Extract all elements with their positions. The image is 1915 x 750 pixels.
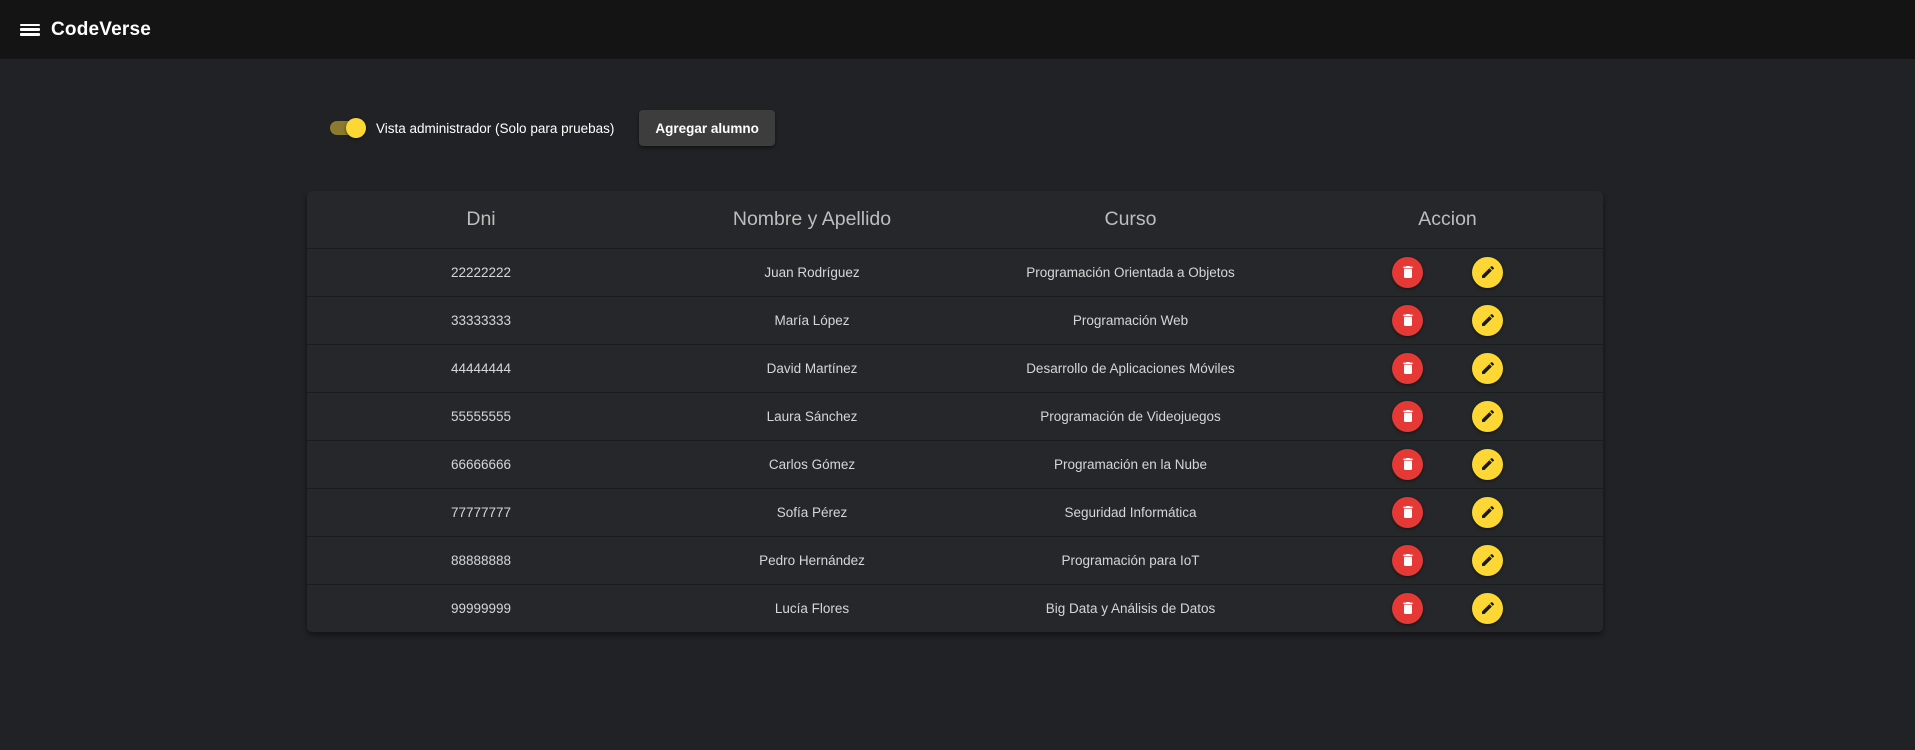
edit-button[interactable] — [1472, 448, 1503, 480]
delete-button[interactable] — [1392, 256, 1423, 288]
table-row: 44444444 David Martínez Desarrollo de Apli… — [307, 344, 1603, 393]
row-actions — [1292, 352, 1603, 384]
cell-curso: Big Data y Análisis de Datos — [1045, 600, 1216, 616]
cell-nombre: Lucía Flores — [774, 600, 850, 616]
edit-button[interactable] — [1472, 352, 1503, 384]
trash-icon — [1400, 312, 1416, 328]
cell-curso: Programación Orientada a Objetos — [969, 248, 1292, 297]
cell-curso: Programación Web — [969, 296, 1292, 345]
cell-actions — [1292, 344, 1603, 393]
cell-curso: Programación en la Nube — [969, 440, 1292, 489]
row-actions — [1292, 496, 1603, 528]
menu-icon[interactable] — [20, 22, 40, 38]
cell-actions — [1292, 488, 1603, 537]
cell-nombre: Juan Rodríguez — [655, 248, 969, 297]
table-row: 22222222 Juan Rodríguez Programación Orien… — [307, 248, 1603, 297]
delete-button[interactable] — [1392, 304, 1423, 336]
cell-dni: 55555555 — [307, 392, 655, 441]
column-header-curso: Curso — [969, 191, 1292, 249]
edit-button[interactable] — [1472, 304, 1503, 336]
trash-icon — [1400, 456, 1416, 472]
edit-button[interactable] — [1472, 496, 1503, 528]
delete-button[interactable] — [1392, 352, 1423, 384]
table-row: 99999999 Lucía Flores Big Data y Análisis … — [307, 584, 1603, 632]
table-header-row: Dni Nombre y Apellido Curso Accion — [307, 191, 1603, 249]
cell-nombre: Laura Sánchez — [655, 392, 969, 441]
trash-icon — [1400, 552, 1416, 568]
cell-dni: 33333333 — [307, 296, 655, 345]
students-table-card: Dni Nombre y Apellido Curso Accion 22222… — [307, 191, 1603, 632]
trash-icon — [1400, 600, 1416, 616]
cell-curso: Programación para IoT — [969, 536, 1292, 585]
pencil-icon — [1480, 312, 1496, 328]
cell-actions — [1292, 392, 1603, 441]
pencil-icon — [1480, 408, 1496, 424]
table-row: 77777777 Sofía Pérez Seguridad Informática — [307, 488, 1603, 537]
trash-icon — [1400, 504, 1416, 520]
edit-button[interactable] — [1472, 256, 1503, 288]
admin-controls: Vista administrador (Solo para pruebas) … — [330, 110, 775, 146]
admin-view-toggle[interactable] — [330, 116, 366, 140]
cell-dni: 77777777 — [307, 488, 655, 537]
cell-actions — [1292, 584, 1603, 632]
pencil-icon — [1480, 600, 1496, 616]
cell-nombre: David Martínez — [655, 344, 969, 393]
edit-button[interactable] — [1472, 592, 1503, 624]
delete-button[interactable] — [1392, 496, 1423, 528]
delete-button[interactable] — [1392, 592, 1423, 624]
row-actions — [1292, 304, 1603, 336]
top-app-bar: CodeVerse — [0, 0, 1915, 59]
add-student-button[interactable]: Agregar alumno — [639, 110, 775, 146]
column-header-dni: Dni — [307, 191, 655, 249]
cell-actions — [1292, 440, 1603, 489]
cell-dni: 88888888 — [307, 536, 655, 585]
delete-button[interactable] — [1392, 448, 1423, 480]
cell-actions — [1292, 296, 1603, 345]
row-actions — [1292, 448, 1603, 480]
row-actions — [1292, 256, 1603, 288]
table-row: 33333333 María López Programación Web — [307, 296, 1603, 345]
row-actions — [1292, 592, 1603, 624]
trash-icon — [1400, 264, 1416, 280]
pencil-icon — [1480, 552, 1496, 568]
cell-nombre: Sofía Pérez — [655, 488, 969, 537]
students-table: Dni Nombre y Apellido Curso Accion 22222… — [307, 191, 1603, 632]
cell-curso: Seguridad Informática — [969, 488, 1292, 537]
app-title: CodeVerse — [51, 18, 152, 40]
cell-dni: 22222222 — [307, 248, 655, 297]
cell-actions — [1292, 248, 1603, 297]
trash-icon — [1400, 408, 1416, 424]
column-header-accion: Accion — [1292, 191, 1603, 249]
table-row: 88888888 Pedro Hernández Programación para… — [307, 536, 1603, 585]
cell-dni: 66666666 — [307, 440, 655, 489]
row-actions — [1292, 400, 1603, 432]
delete-button[interactable] — [1392, 400, 1423, 432]
table-row: 66666666 Carlos Gómez Programación en la N… — [307, 440, 1603, 489]
cell-nombre: Carlos Gómez — [655, 440, 969, 489]
cell-nombre: María López — [655, 296, 969, 345]
table-row: 55555555 Laura Sánchez Programación de Vid… — [307, 392, 1603, 441]
admin-view-label: Vista administrador (Solo para pruebas) — [376, 120, 615, 136]
pencil-icon — [1480, 504, 1496, 520]
cell-curso: Desarrollo de Aplicaciones Móviles — [969, 344, 1292, 393]
cell-curso: Programación de Videojuegos — [969, 392, 1292, 441]
pencil-icon — [1480, 264, 1496, 280]
cell-dni: 44444444 — [307, 344, 655, 393]
cell-actions — [1292, 536, 1603, 585]
edit-button[interactable] — [1472, 544, 1503, 576]
row-actions — [1292, 544, 1603, 576]
pencil-icon — [1480, 360, 1496, 376]
pencil-icon — [1480, 456, 1496, 472]
cell-nombre: Pedro Hernández — [655, 536, 969, 585]
delete-button[interactable] — [1392, 544, 1423, 576]
column-header-nombre: Nombre y Apellido — [655, 191, 969, 249]
edit-button[interactable] — [1472, 400, 1503, 432]
trash-icon — [1400, 360, 1416, 376]
toggle-thumb — [346, 118, 366, 138]
cell-dni: 99999999 — [450, 600, 512, 616]
